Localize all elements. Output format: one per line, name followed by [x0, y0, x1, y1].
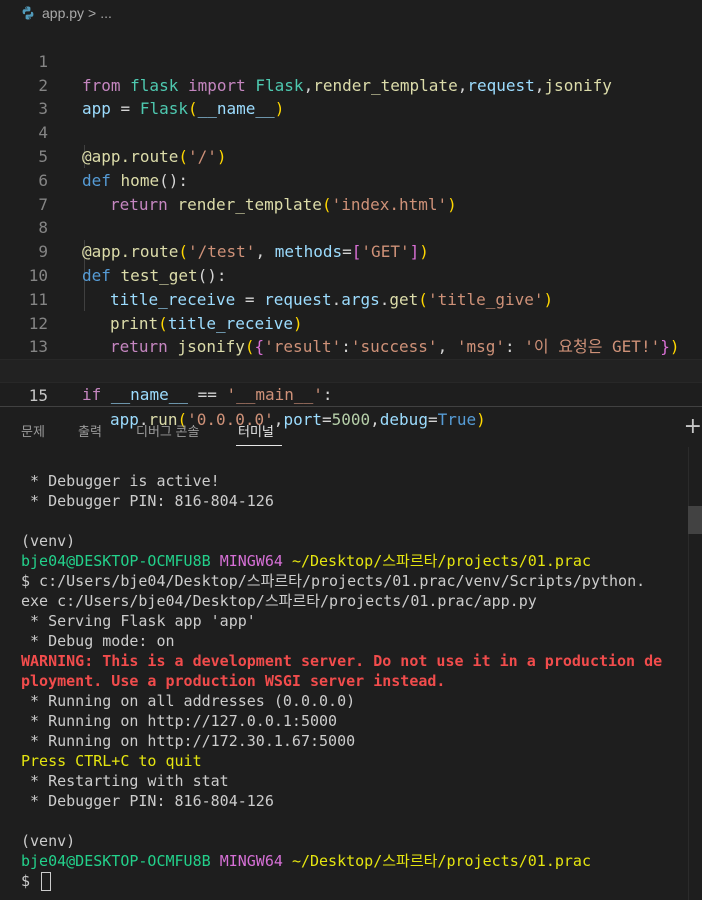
terminal-line-text: * Debugger PIN: 816-804-126: [21, 792, 274, 810]
code-line[interactable]: 3: [0, 74, 702, 118]
tab-terminal[interactable]: 터미널: [238, 421, 274, 440]
terminal-line-text: * Restarting with stat: [21, 772, 229, 790]
code-line[interactable]: 12 return jsonify({'result':'success', '…: [0, 288, 702, 357]
prompt-path: ~/Desktop/스파르타/projects/01.prac: [291, 552, 591, 570]
prompt-shell: MINGW64: [219, 552, 283, 570]
terminal-line: ployment. Use a production WSGI server i…: [21, 671, 445, 691]
breadcrumb-chevron-icon: >: [88, 5, 97, 21]
terminal-scrollbar-thumb[interactable]: [688, 506, 702, 534]
terminal-line-text: * Running on http://172.30.1.67:5000: [21, 732, 356, 750]
terminal-prompt-line: bje04@DESKTOP-OCMFU8B MINGW64 ~/Desktop/…: [21, 551, 591, 571]
code-line[interactable]: 7: [0, 169, 702, 214]
terminal-line: * Serving Flask app 'app': [21, 611, 256, 631]
terminal-line-text: * Debugger PIN: 816-804-126: [21, 492, 274, 510]
prompt-shell: MINGW64: [219, 852, 283, 870]
terminal-line-text: * Debug mode: on: [21, 632, 175, 650]
code-line[interactable]: 13: [0, 312, 702, 356]
terminal-line: WARNING: This is a development server. D…: [21, 651, 662, 671]
code-line[interactable]: 5 def home():: [0, 121, 702, 190]
terminal-line-text: (venv): [21, 532, 76, 550]
code-token: :: [322, 384, 333, 404]
code-token: '__main__': [226, 384, 323, 404]
terminal-prompt-line: bje04@DESKTOP-OCMFU8B MINGW64 ~/Desktop/…: [21, 851, 591, 871]
code-line[interactable]: 9 def test_get():: [0, 216, 702, 285]
code-line[interactable]: 11 print(title_receive): [0, 264, 702, 333]
breadcrumb-file[interactable]: app.py: [42, 5, 84, 21]
code-line[interactable]: 6 return render_template('index.html'): [0, 145, 702, 214]
prompt-path: ~/Desktop/스파르타/projects/01.prac: [291, 852, 591, 870]
new-terminal-plus-icon[interactable]: +: [684, 416, 702, 438]
breadcrumb-more[interactable]: ...: [100, 5, 112, 21]
panel-tabs: 문제 출력 디버그 콘솔 터미널 +: [0, 407, 702, 447]
code-line-current[interactable]: 15 app.run('0.0.0.0',port=5000,debug=Tru…: [0, 359, 702, 429]
prompt-user: bje04@DESKTOP-OCMFU8B: [21, 852, 211, 870]
terminal-line: $: [21, 871, 52, 891]
terminal-line: * Restarting with stat: [21, 771, 229, 791]
code-token: ==: [187, 384, 227, 404]
terminal-line: Press CTRL+C to quit: [21, 751, 202, 771]
terminal-line-text: * Running on http://127.0.0.1:5000: [21, 712, 338, 730]
breadcrumb: app.py > ...: [0, 0, 702, 26]
terminal-line: * Debugger PIN: 816-804-126: [21, 491, 274, 511]
terminal-line: * Running on http://172.30.1.67:5000: [21, 731, 355, 751]
terminal-line-text: ployment. Use a production WSGI server i…: [21, 672, 446, 690]
terminal-line: * Debugger is active!: [21, 471, 220, 491]
code-token: __name__: [110, 384, 188, 404]
terminal-line: exe c:/Users/bje04/Desktop/스파르타/projects…: [21, 591, 537, 611]
tab-problems[interactable]: 문제: [21, 421, 45, 440]
code-line[interactable]: 8 @app.route('/test', methods=['GET']): [0, 193, 702, 261]
tab-debug-console[interactable]: 디버그 콘솔: [136, 421, 199, 440]
terminal-line-text: * Serving Flask app 'app': [21, 612, 256, 630]
terminal-output[interactable]: * Debugger is active! * Debugger PIN: 81…: [0, 447, 686, 900]
terminal-line: $ c:/Users/bje04/Desktop/스파르타/projects/0…: [21, 571, 645, 591]
terminal-line-text: $ c:/Users/bje04/Desktop/스파르타/projects/0…: [21, 572, 646, 590]
code-line[interactable]: 10 title_receive = request.args.get('tit…: [0, 240, 702, 309]
terminal-line: (venv): [21, 831, 75, 851]
terminal-line-text: exe c:/Users/bje04/Desktop/스파르타/projects…: [21, 592, 537, 610]
terminal-line-text: WARNING: This is a development server. D…: [21, 652, 663, 670]
active-tab-indicator: [236, 445, 282, 446]
code-line[interactable]: 1 from flask import Flask,render_templat…: [0, 26, 702, 95]
terminal-line-text: (venv): [21, 832, 76, 850]
code-line[interactable]: 14 if __name__ == '__main__':: [0, 335, 702, 404]
line-number: 15: [28, 385, 48, 405]
terminal-line: (venv): [21, 531, 75, 551]
terminal-line: * Running on all addresses (0.0.0.0): [21, 691, 355, 711]
tab-output[interactable]: 출력: [78, 421, 102, 440]
terminal-line-text: $: [21, 872, 40, 890]
code-token: if: [82, 384, 102, 404]
terminal-line-text: * Debugger is active!: [21, 472, 220, 490]
terminal-line-text: * Running on all addresses (0.0.0.0): [21, 692, 356, 710]
terminal-line-text: Press CTRL+C to quit: [21, 752, 202, 770]
code-line[interactable]: 4 @app.route('/'): [0, 97, 702, 166]
terminal-line: * Running on http://127.0.0.1:5000: [21, 711, 337, 731]
python-file-icon: [20, 5, 36, 21]
prompt-user: bje04@DESKTOP-OCMFU8B: [21, 552, 211, 570]
terminal-line: * Debugger PIN: 816-804-126: [21, 791, 274, 811]
code-editor[interactable]: 1 from flask import Flask,render_templat…: [0, 26, 702, 429]
terminal-line: * Debug mode: on: [21, 631, 175, 651]
code-line[interactable]: 2 app = Flask(__name__): [0, 50, 702, 119]
terminal-cursor: [41, 872, 52, 891]
